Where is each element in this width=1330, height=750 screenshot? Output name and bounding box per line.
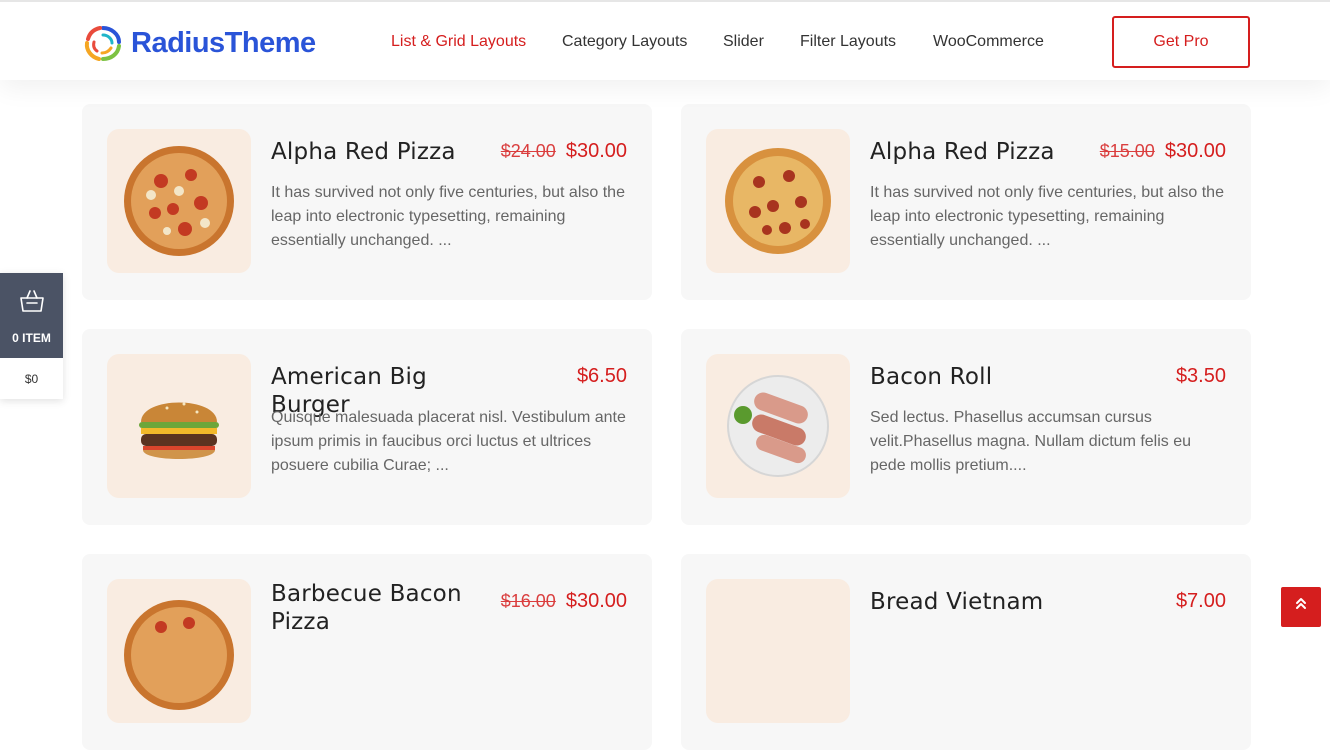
product-image[interactable] [107, 354, 251, 498]
product-price-group: $6.50 [577, 365, 627, 388]
pizza-icon [124, 146, 234, 256]
product-title[interactable]: Barbecue Bacon Pizza [271, 580, 501, 636]
nav-item-filter-layouts[interactable]: Filter Layouts [800, 33, 896, 51]
nav-item-category-layouts[interactable]: Category Layouts [562, 33, 687, 51]
product-title[interactable]: Alpha Red Pizza [870, 138, 1100, 166]
product-card[interactable]: Barbecue Bacon Pizza $16.00 $30.00 [82, 554, 652, 750]
sale-price: $6.50 [576, 365, 627, 387]
product-image[interactable] [706, 354, 850, 498]
double-chevron-up-icon [1296, 598, 1306, 609]
product-image[interactable] [706, 579, 850, 723]
nav-item-woocommerce[interactable]: WooCommerce [933, 33, 1044, 51]
sale-price: $3.50 [1175, 365, 1226, 387]
cart-item-count: 0 ITEM [12, 331, 51, 345]
radiustheme-logo-icon [84, 26, 121, 61]
sale-price: $30.00 [565, 140, 627, 162]
product-price-group: $7.00 [1176, 590, 1226, 613]
pizza-icon [124, 600, 234, 710]
logo-text: RadiusTheme [131, 26, 316, 59]
product-title[interactable]: Bacon Roll [870, 363, 1100, 391]
nav-item-slider[interactable]: Slider [723, 33, 764, 51]
basket-icon [19, 290, 44, 312]
product-price-group: $16.00 $30.00 [501, 590, 627, 613]
sale-price: $30.00 [565, 590, 627, 612]
product-description: It has survived not only five centuries,… [271, 184, 625, 249]
scroll-to-top-button[interactable] [1281, 587, 1321, 627]
product-price-group: $3.50 [1176, 365, 1226, 388]
cart-total: $0 [0, 358, 63, 399]
bacon-roll-icon [727, 375, 829, 477]
floating-cart[interactable]: 0 ITEM $0 [0, 273, 63, 399]
sale-price: $7.00 [1175, 590, 1226, 612]
product-description: It has survived not only five centuries,… [870, 184, 1224, 249]
cart-summary[interactable]: 0 ITEM [0, 273, 63, 358]
pizza-icon [725, 148, 831, 254]
product-price-group: $15.00 $30.00 [1100, 140, 1226, 163]
product-card[interactable]: Alpha Red Pizza $15.00 $30.00 It has sur… [681, 104, 1251, 300]
logo[interactable]: RadiusTheme [83, 24, 316, 62]
product-card[interactable]: Alpha Red Pizza $24.00 $30.00 It has sur… [82, 104, 652, 300]
old-price: $15.00 [1099, 141, 1155, 161]
product-title[interactable]: Alpha Red Pizza [271, 138, 501, 166]
get-pro-button[interactable]: Get Pro [1112, 16, 1250, 68]
product-description: Quisque malesuada placerat nisl. Vestibu… [271, 409, 626, 474]
old-price: $24.00 [500, 141, 556, 161]
product-title[interactable]: Bread Vietnam [870, 588, 1100, 616]
burger-icon [139, 402, 219, 459]
product-card[interactable]: Bacon Roll $3.50 Sed lectus. Phasellus a… [681, 329, 1251, 525]
site-header: RadiusTheme List & Grid Layouts Category… [0, 0, 1330, 80]
product-image[interactable] [107, 579, 251, 723]
product-card[interactable]: American Big Burger $6.50 Quisque malesu… [82, 329, 652, 525]
product-price-group: $24.00 $30.00 [501, 140, 627, 163]
nav-item-list-grid-layouts[interactable]: List & Grid Layouts [391, 33, 526, 51]
product-description: Sed lectus. Phasellus accumsan cursus ve… [870, 409, 1192, 474]
sale-price: $30.00 [1164, 140, 1226, 162]
product-image[interactable] [107, 129, 251, 273]
product-image[interactable] [706, 129, 850, 273]
old-price: $16.00 [500, 591, 556, 611]
product-card[interactable]: Bread Vietnam $7.00 [681, 554, 1251, 750]
